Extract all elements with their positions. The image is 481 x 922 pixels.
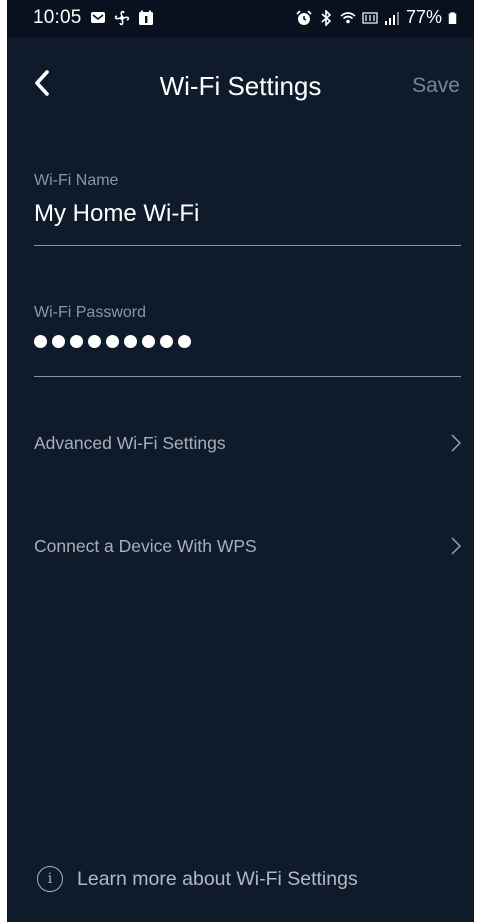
calendar-notification-icon: [138, 10, 153, 25]
wifi-password-underline: [34, 376, 461, 377]
advanced-wifi-settings-row[interactable]: Advanced Wi-Fi Settings: [34, 423, 461, 463]
wifi-password-label: Wi-Fi Password: [34, 304, 147, 321]
wifi-name-label: Wi-Fi Name: [34, 172, 119, 189]
battery-icon: [448, 11, 457, 24]
password-dot: [70, 335, 83, 348]
password-dot: [124, 335, 137, 348]
wifi-password-masked-value[interactable]: [34, 335, 461, 348]
learn-more-text: Learn more about Wi-Fi Settings: [77, 867, 358, 890]
status-bar-right: 77%: [296, 7, 460, 28]
fan-notification-icon: [114, 10, 129, 26]
app-screen: 10:05 77% Wi-Fi Settings Save Wi-Fi Name…: [7, 0, 474, 922]
page-title: Wi-Fi Settings: [159, 71, 322, 101]
wifi-name-value[interactable]: My Home Wi-Fi: [34, 200, 461, 228]
password-dot: [106, 335, 119, 348]
status-time: 10:05: [33, 7, 82, 28]
connect-wps-label: Connect a Device With WPS: [34, 535, 257, 556]
wifi-password-field[interactable]: Wi-Fi Password: [34, 304, 461, 379]
password-dot: [88, 335, 101, 348]
wifi-icon: [340, 11, 356, 23]
info-icon: i: [37, 866, 63, 892]
status-bar: 10:05 77%: [7, 0, 474, 38]
battery-percentage: 77%: [405, 7, 442, 27]
save-button[interactable]: Save: [412, 74, 460, 98]
wifi-name-underline: [34, 245, 461, 246]
chevron-right-icon: [451, 537, 461, 555]
signal-icon: [384, 11, 399, 25]
status-bar-left: 10:05: [33, 7, 154, 29]
advanced-wifi-settings-label: Advanced Wi-Fi Settings: [34, 432, 226, 453]
wifi-name-field[interactable]: Wi-Fi Name My Home Wi-Fi: [34, 172, 461, 247]
message-notification-icon: [90, 12, 105, 23]
password-dot: [142, 335, 155, 348]
bluetooth-icon: [321, 9, 332, 26]
navigation-bar: Wi-Fi Settings Save: [7, 38, 474, 130]
alarm-icon: [296, 9, 312, 25]
learn-more-link[interactable]: i Learn more about Wi-Fi Settings: [37, 866, 358, 892]
lte-icon: [362, 11, 378, 24]
chevron-right-icon: [451, 434, 461, 452]
password-dot: [178, 335, 191, 348]
password-dot: [160, 335, 173, 348]
password-dot: [52, 335, 65, 348]
connect-wps-row[interactable]: Connect a Device With WPS: [34, 526, 461, 566]
password-dot: [34, 335, 47, 348]
